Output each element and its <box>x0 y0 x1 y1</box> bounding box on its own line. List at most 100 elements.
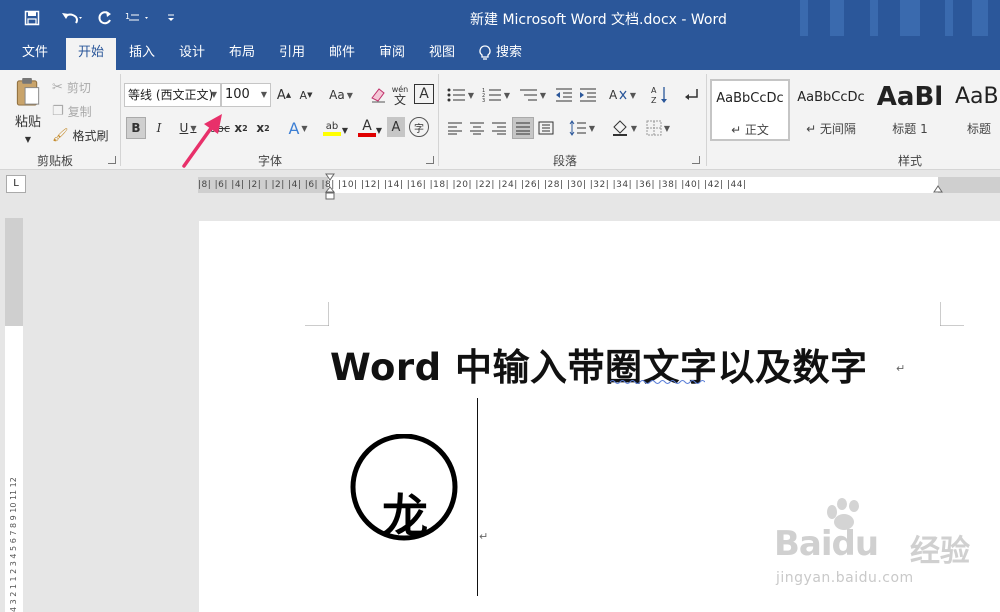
phonetic-guide-button[interactable]: wén 文 <box>390 82 410 108</box>
chevron-down-icon[interactable]: ▼ <box>374 125 384 135</box>
group-separator <box>438 74 439 166</box>
italic-label: I <box>156 121 162 135</box>
scissors-icon: ✂ <box>52 79 63 95</box>
paste-label: 粘贴 <box>14 115 41 130</box>
justify-icon[interactable] <box>512 117 534 139</box>
shrink-font-label: A <box>299 88 308 102</box>
style-name: 标题 1 <box>892 122 928 136</box>
paste-dropdown-icon[interactable]: ▼ <box>22 134 34 144</box>
bold-label: B <box>131 121 141 135</box>
style-title[interactable]: AaBl 标题 <box>950 79 1000 141</box>
clipboard-launcher-icon[interactable] <box>108 156 116 164</box>
redo-icon[interactable] <box>94 0 116 36</box>
enclose-characters-button[interactable]: 字 <box>409 117 429 137</box>
change-case-button[interactable]: Aa ▼ <box>326 85 356 105</box>
style-sample: AaBl <box>876 82 944 112</box>
copy-label: 复制 <box>67 104 92 119</box>
copy-button[interactable]: ❐ 复制 <box>52 102 112 120</box>
text-effects-label: A <box>288 118 300 138</box>
italic-button[interactable]: I <box>150 117 168 139</box>
style-sample: AaBl <box>955 84 999 109</box>
style-no-spacing[interactable]: AaBbCcDc ↵ 无间隔 <box>792 79 870 141</box>
group-label-font: 字体 <box>257 154 282 168</box>
character-border-label: A <box>419 86 429 102</box>
numbering-button[interactable]: 1 2 3 ▼ <box>480 85 512 105</box>
distributed-icon[interactable] <box>537 119 555 137</box>
tell-me-search[interactable]: 搜索 <box>478 36 538 70</box>
character-shading-button[interactable]: A <box>387 117 405 137</box>
bullets-button[interactable]: ▼ <box>444 85 476 105</box>
baidu-watermark: Baidu 经验 jingyan.baidu.com <box>764 496 1000 596</box>
borders-button[interactable]: ▼ <box>642 117 674 139</box>
group-label-styles: 样式 <box>897 154 922 168</box>
tab-view[interactable]: 视图 <box>420 36 464 70</box>
spellcheck-squiggle <box>610 380 705 384</box>
highlight-label: ab <box>325 120 339 132</box>
bold-button[interactable]: B <box>126 117 146 139</box>
subscript-button[interactable]: x2 <box>232 117 250 139</box>
tab-insert[interactable]: 插入 <box>120 36 164 70</box>
right-indent-marker-icon[interactable] <box>933 185 943 195</box>
tab-mailings[interactable]: 邮件 <box>320 36 364 70</box>
group-separator <box>706 74 707 166</box>
style-sample: AaBbCcDc <box>797 90 865 105</box>
tab-selector[interactable]: L <box>6 175 26 193</box>
tab-layout[interactable]: 布局 <box>220 36 264 70</box>
line-spacing-button[interactable]: ▼ <box>566 119 598 137</box>
chinese-layout-button[interactable]: A ▼ <box>606 85 638 105</box>
superscript-button[interactable]: x2 <box>254 117 272 139</box>
brush-icon: 🖌 <box>52 127 69 143</box>
tab-references[interactable]: 引用 <box>270 36 314 70</box>
paragraph-launcher-icon[interactable] <box>692 156 700 164</box>
save-icon[interactable] <box>20 0 44 36</box>
subscript-label: x <box>234 121 243 135</box>
highlight-swatch <box>323 131 341 136</box>
character-border-button[interactable]: A <box>414 84 434 104</box>
svg-text:A: A <box>609 88 618 102</box>
format-painter-button[interactable]: 🖌 格式刷 <box>52 126 116 144</box>
group-label-paragraph: 段落 <box>552 154 577 168</box>
title-bar: 1 新建 Microsoft Word 文档.docx - Word <box>0 0 1000 36</box>
align-left-icon[interactable] <box>446 119 464 137</box>
paste-button[interactable]: 粘贴 <box>8 76 48 130</box>
cut-label: 剪切 <box>66 80 91 95</box>
title-decoration <box>900 0 920 36</box>
text-effects-button[interactable]: A ▼ <box>284 117 312 139</box>
decrease-indent-icon[interactable] <box>554 85 574 105</box>
title-decoration <box>945 0 953 36</box>
font-name-input[interactable]: 等线 (西文正文) ▼ <box>124 83 221 107</box>
grow-font-button[interactable]: A ▲ <box>275 85 293 105</box>
multilevel-list-button[interactable]: ▼ <box>516 85 548 105</box>
clear-formatting-icon[interactable] <box>368 84 388 106</box>
touch-mode-icon[interactable]: 1 <box>122 0 156 36</box>
font-launcher-icon[interactable] <box>426 156 434 164</box>
tab-design[interactable]: 设计 <box>170 36 214 70</box>
tell-me-label: 搜索 <box>496 45 523 60</box>
indent-marker-icon[interactable] <box>325 173 335 201</box>
style-heading-1[interactable]: AaBl 标题 1 <box>872 79 948 141</box>
document-heading: Word 中输入带圈文字以及数字 <box>330 346 868 389</box>
shading-button[interactable]: ▼ <box>608 117 640 139</box>
customize-qat-icon[interactable] <box>164 0 178 36</box>
font-name-value: 等线 (西文正文) <box>128 88 214 102</box>
enclosed-character-text: 龙 <box>382 489 428 543</box>
style-normal[interactable]: AaBbCcDc ↵ 正文 <box>710 79 790 141</box>
tab-home[interactable]: 开始 <box>66 38 116 70</box>
undo-icon[interactable] <box>54 0 90 36</box>
tab-review[interactable]: 审阅 <box>370 36 414 70</box>
tab-file[interactable]: 文件 <box>8 36 62 70</box>
font-size-input[interactable]: 100 ▼ <box>221 83 271 107</box>
align-center-icon[interactable] <box>468 119 486 137</box>
style-name: ↵ 正文 <box>731 123 769 137</box>
sort-icon[interactable]: AZ <box>650 84 670 106</box>
copy-icon: ❐ <box>52 103 64 119</box>
group-separator <box>120 74 121 166</box>
shrink-font-button[interactable]: A ▼ <box>297 85 315 105</box>
line-spacing-icon <box>569 120 586 136</box>
cut-button[interactable]: ✂ 剪切 <box>52 78 112 96</box>
increase-indent-icon[interactable] <box>578 85 598 105</box>
align-right-icon[interactable] <box>490 119 508 137</box>
paragraph-mark: ↵ <box>479 530 489 543</box>
show-marks-icon[interactable] <box>680 84 702 106</box>
chevron-down-icon[interactable]: ▼ <box>340 125 350 135</box>
